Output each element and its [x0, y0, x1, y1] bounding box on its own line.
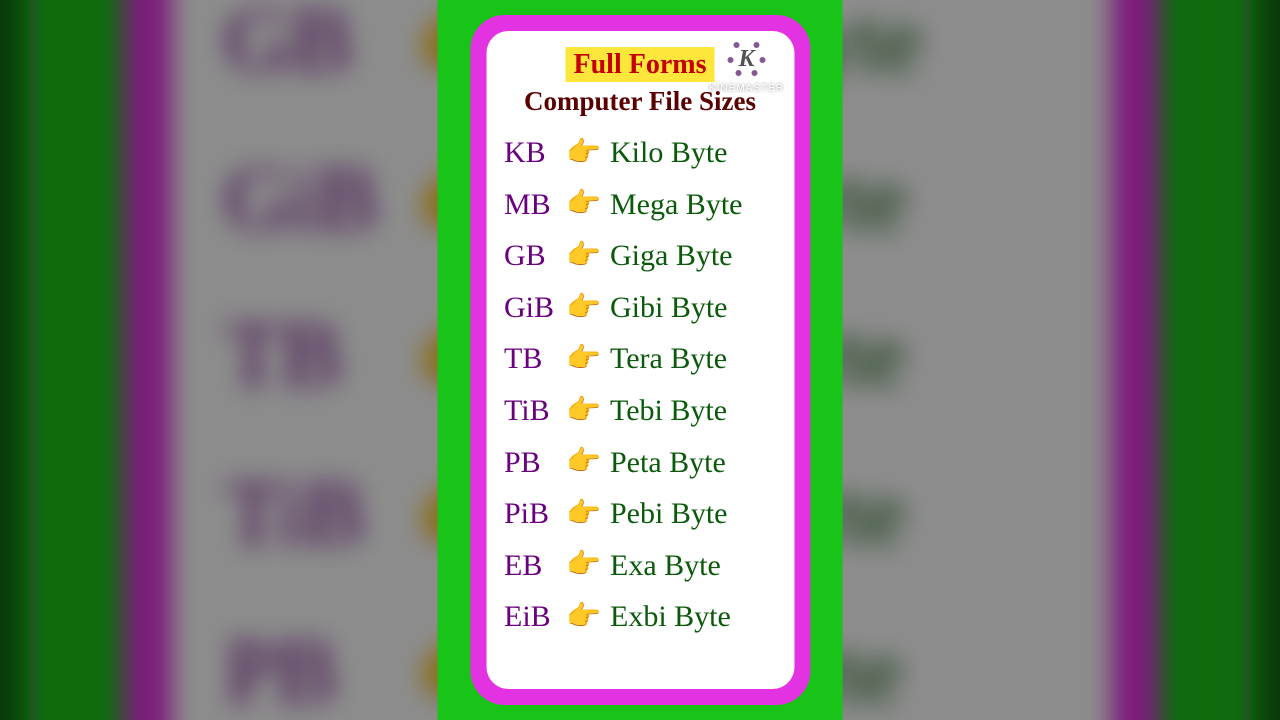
full-form-label: Mega Byte	[610, 179, 742, 231]
pointer-icon: 👉	[566, 129, 610, 177]
portrait-column: K KINEMASTER Full Forms Computer File Si…	[438, 0, 843, 720]
full-form-label: Pebi Byte	[610, 488, 728, 540]
full-form-label: Gibi Byte	[610, 282, 728, 334]
abbr-label: MB	[504, 179, 566, 231]
pointer-icon: 👉	[566, 387, 610, 435]
full-form-label: Tebi Byte	[610, 385, 727, 437]
pointer-icon: 👉	[566, 180, 610, 228]
abbr-label: TiB	[225, 436, 414, 593]
page-title: Full Forms	[566, 47, 715, 82]
list-item: GB 👉 Giga Byte	[504, 230, 776, 282]
abbr-label: PiB	[504, 488, 566, 540]
watermark-letter: K	[738, 46, 754, 73]
pointer-icon: 👉	[566, 541, 610, 589]
abbr-label: TB	[225, 279, 414, 436]
abbr-label: TB	[504, 333, 566, 385]
pointer-icon: 👉	[566, 593, 610, 641]
abbr-label: GB	[504, 230, 566, 282]
file-size-list: KB 👉 Kilo Byte MB 👉 Mega Byte GB 👉 Giga …	[504, 127, 776, 643]
abbr-label: PB	[225, 594, 414, 720]
content-card: K KINEMASTER Full Forms Computer File Si…	[486, 31, 794, 689]
abbr-label: KB	[504, 127, 566, 179]
abbr-label: TiB	[504, 385, 566, 437]
list-item: EB 👉 Exa Byte	[504, 540, 776, 592]
list-item: GiB 👉 Gibi Byte	[504, 282, 776, 334]
watermark-circle-icon: K	[724, 37, 768, 81]
abbr-label: EB	[504, 540, 566, 592]
full-form-label: Exbi Byte	[610, 591, 731, 643]
list-item: EiB 👉 Exbi Byte	[504, 591, 776, 643]
full-form-label: Tera Byte	[610, 333, 727, 385]
pointer-icon: 👉	[566, 284, 610, 332]
abbr-label: PB	[504, 437, 566, 489]
full-form-label: Kilo Byte	[610, 127, 728, 179]
pointer-icon: 👉	[566, 490, 610, 538]
pointer-icon: 👉	[566, 335, 610, 383]
abbr-label: EiB	[504, 591, 566, 643]
list-item: PB 👉 Peta Byte	[504, 437, 776, 489]
list-item: KB 👉 Kilo Byte	[504, 127, 776, 179]
kinemaster-watermark: K KINEMASTER	[709, 37, 784, 94]
pointer-icon: 👉	[566, 232, 610, 280]
list-item: MB 👉 Mega Byte	[504, 179, 776, 231]
stage: Full Forms Computer File Sizes KB 👉 Kilo…	[0, 0, 1280, 720]
full-form-label: Exa Byte	[610, 540, 721, 592]
card-frame: K KINEMASTER Full Forms Computer File Si…	[470, 15, 810, 705]
pointer-icon: 👉	[566, 438, 610, 486]
watermark-text: KINEMASTER	[709, 83, 784, 94]
list-item: PiB 👉 Pebi Byte	[504, 488, 776, 540]
full-form-label: Giga Byte	[610, 230, 732, 282]
full-form-label: Peta Byte	[610, 437, 726, 489]
abbr-label: GiB	[225, 121, 414, 278]
abbr-label: GB	[225, 0, 414, 121]
abbr-label: GiB	[504, 282, 566, 334]
list-item: TB 👉 Tera Byte	[504, 333, 776, 385]
list-item: TiB 👉 Tebi Byte	[504, 385, 776, 437]
